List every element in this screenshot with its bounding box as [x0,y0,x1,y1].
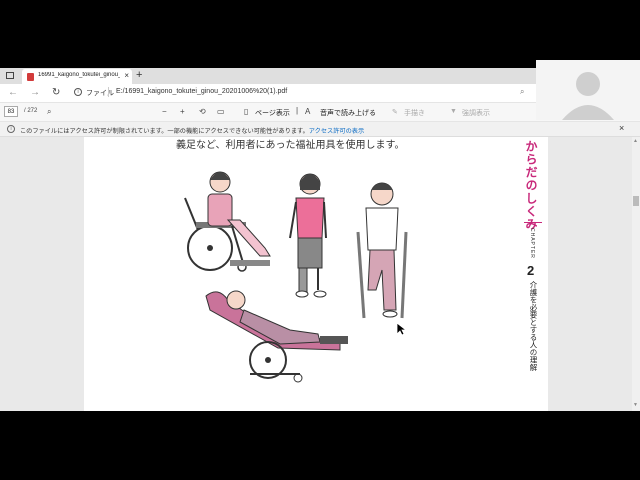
read-aloud-button[interactable]: 音声で読み上げる [320,108,376,118]
notice-message: このファイルにはアクセス許可が制限されています。一部の機能にアクセスできない可能… [20,128,309,135]
divider [524,222,542,223]
scrollbar-thumb[interactable] [633,196,639,206]
chapter-subtitle: 介護を必要とする人の理解 [529,281,538,371]
search-icon[interactable]: ⌕ [47,107,51,117]
zoom-in-button[interactable]: + [180,107,185,116]
chapter-number: 2 [527,263,535,278]
divider [108,87,109,97]
prosthetic-leg-user-figure [289,173,327,298]
window-icon[interactable] [6,72,14,79]
back-button[interactable]: ← [8,87,18,98]
info-icon: i [7,125,15,133]
browser-tab[interactable]: 16991_kaigono_tokutei_ginou_2 × [22,69,132,84]
refresh-button[interactable]: ↻ [52,87,60,98]
crutch-user-figure [356,182,408,319]
info-icon[interactable]: i [74,88,82,96]
handwriting-button[interactable]: 手描き [404,108,425,118]
body-text: 義足など、利用者にあった福祉用具を使用します。 [176,140,405,151]
file-label: ファイル [86,90,114,97]
mouse-cursor-icon [396,322,406,336]
page-total: / 272 [24,108,38,114]
notice-close-button[interactable]: × [619,123,624,133]
zoom-out-button[interactable]: − [162,107,167,116]
search-icon[interactable]: ⌕ [520,87,524,97]
chapter-label: CHAPTER [529,228,535,259]
highlight-icon: ▼ [450,108,457,115]
read-aloud-icon: A [305,107,311,116]
reclining-wheelchair-figure [205,290,348,383]
notice-text: このファイルにはアクセス許可が制限されています。一部の機能にアクセスできない可能… [20,126,364,135]
fit-page-icon[interactable]: ▭ [217,107,225,116]
new-tab-button[interactable]: + [136,69,142,81]
section-title: からだのしくみ [524,140,538,231]
scroll-down-icon[interactable]: ▼ [633,402,638,408]
forward-button[interactable]: → [30,87,40,98]
highlight-button[interactable]: 強調表示 [462,108,490,118]
page-number-input[interactable]: 83 [4,106,18,117]
pen-icon: ✎ [392,109,398,116]
user-avatar-icon [562,72,614,120]
tab-title: 16991_kaigono_tokutei_ginou_2 [38,72,120,78]
rotate-icon[interactable]: ⟲ [199,107,206,116]
page-view-icon: ▯ [244,107,249,116]
webcam-overlay [536,60,640,120]
tab-close-button[interactable]: × [124,71,129,80]
wheelchair-user-figure [184,171,271,272]
divider: | [296,106,299,115]
url-field[interactable]: E:/16991_kaigono_tokutei_ginou_20201006%… [116,88,287,95]
welfare-equipment-illustration [184,171,408,383]
scrollbar[interactable] [632,137,640,411]
page-view-button[interactable]: ページ表示 [255,108,290,118]
scroll-up-icon[interactable]: ▲ [633,138,638,144]
permission-link[interactable]: アクセス許可の表示 [309,128,364,135]
pdf-icon [27,73,34,81]
